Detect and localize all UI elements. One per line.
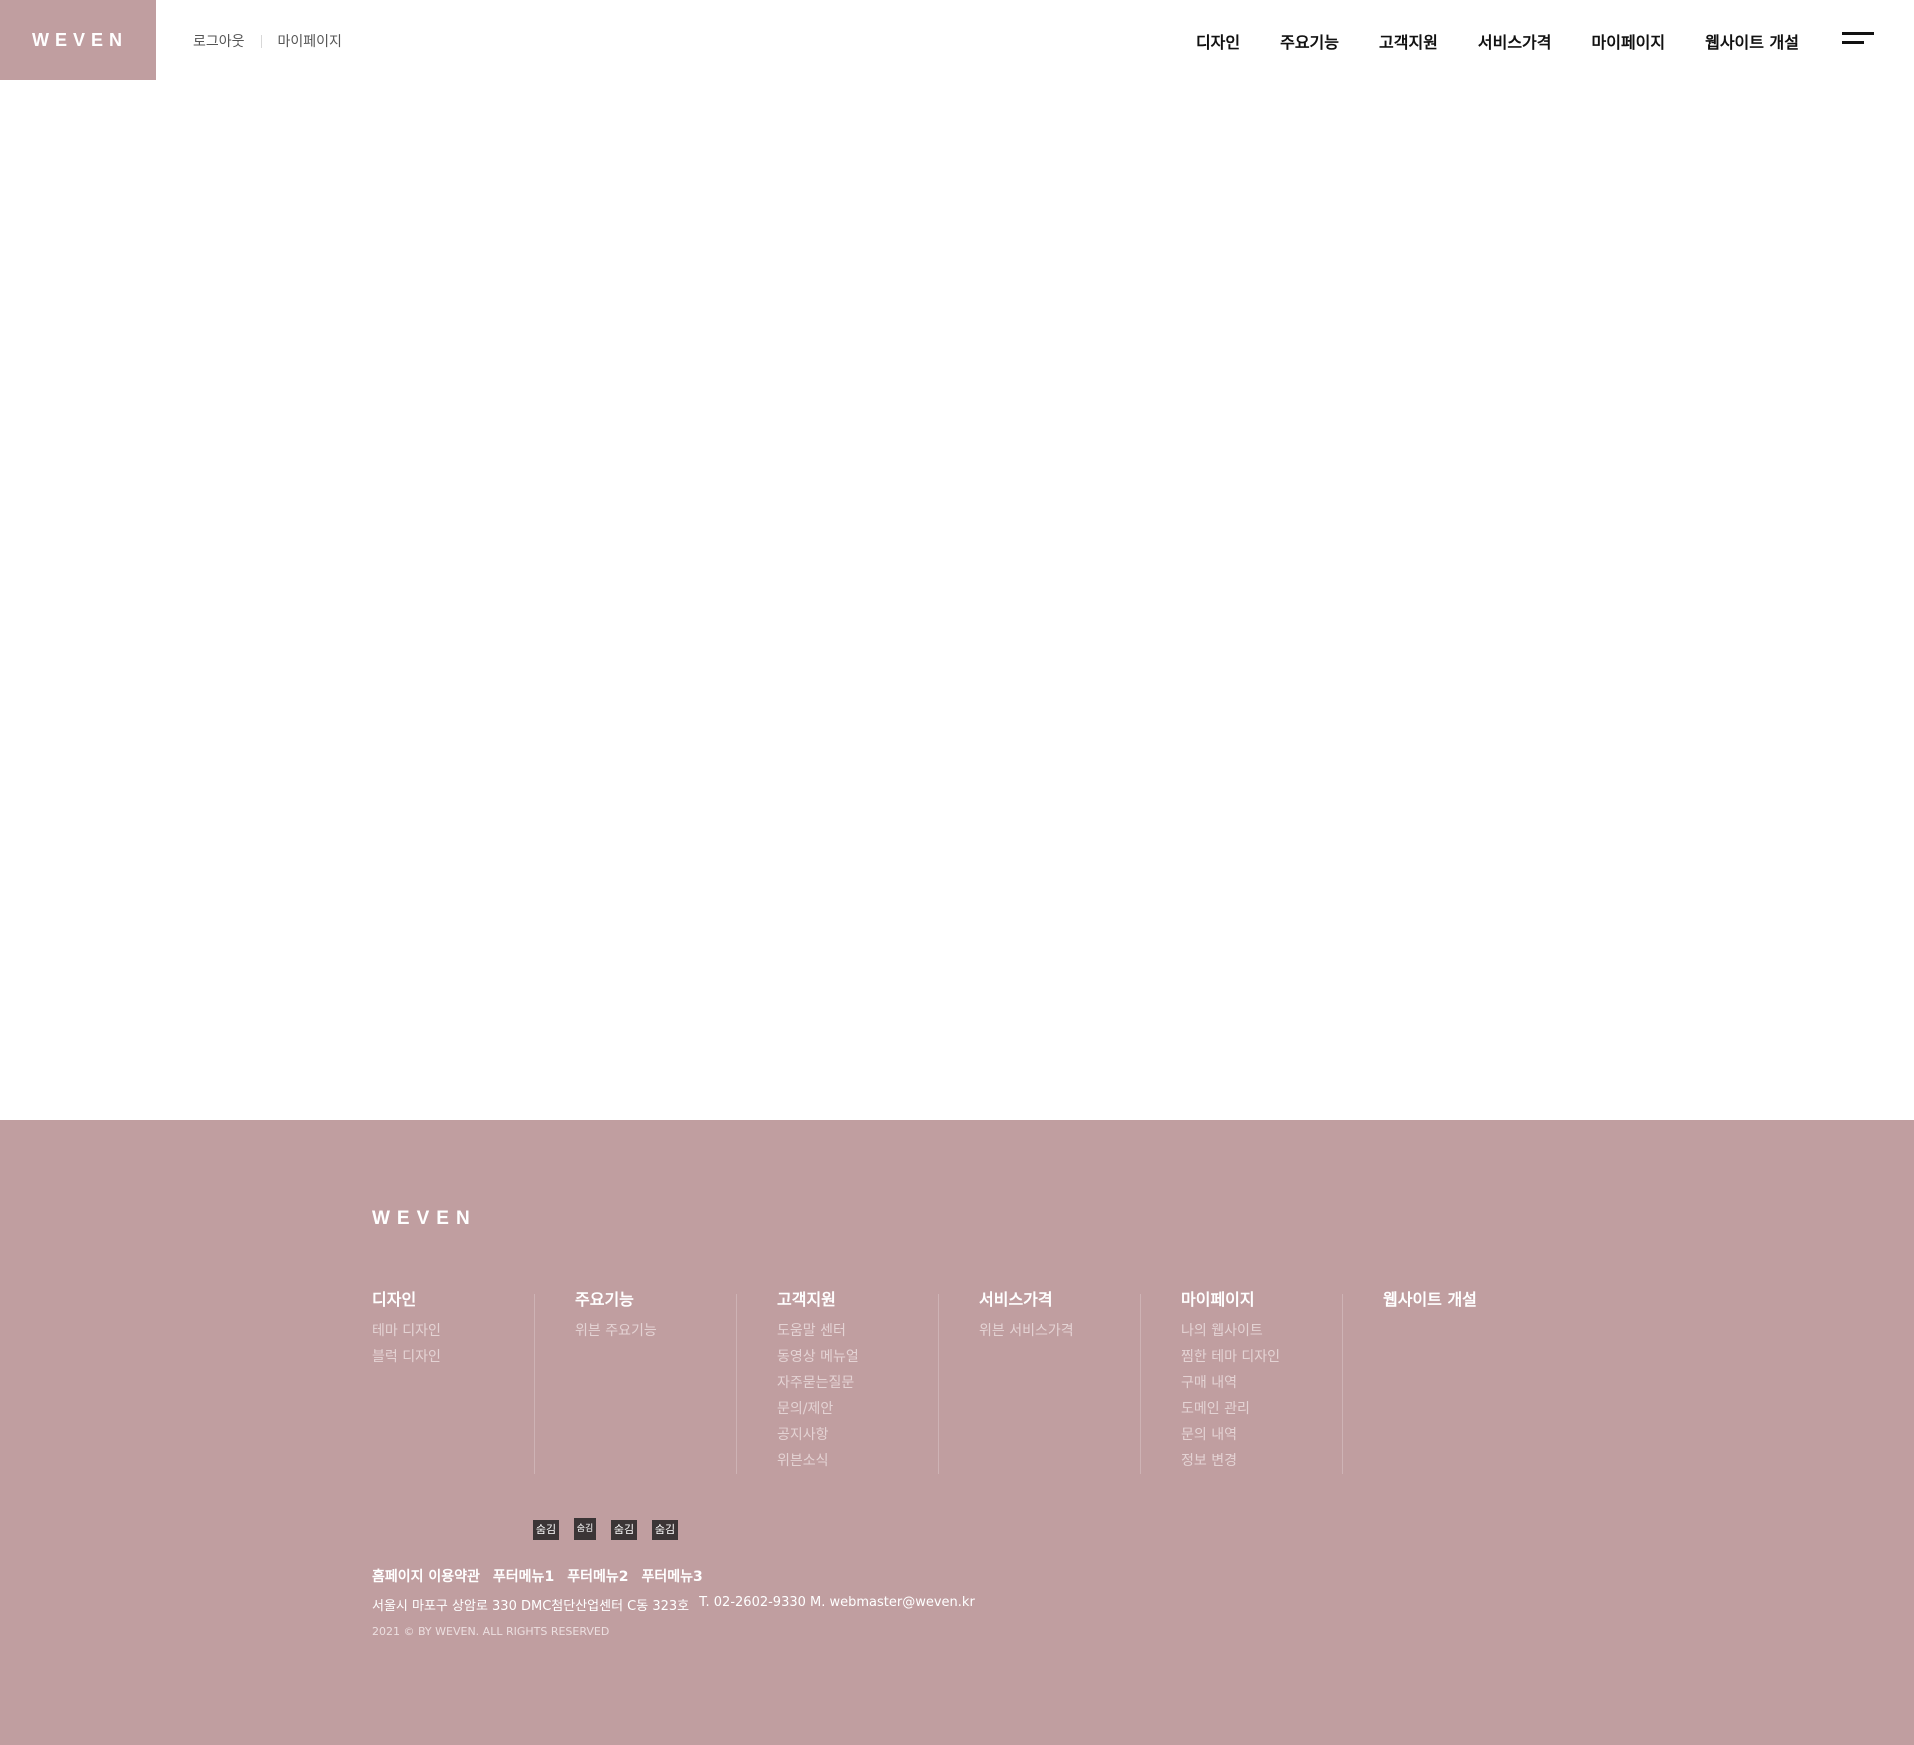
footer-policy-links: 홈페이지 이용약관 푸터메뉴1 푸터메뉴2 푸터메뉴3 (372, 1566, 716, 1586)
footer-link[interactable]: 동영상 메뉴얼 (777, 1344, 938, 1370)
nav-item-mypage[interactable]: 마이페이지 (1592, 29, 1666, 53)
footer-link[interactable]: 도움말 센터 (777, 1318, 938, 1344)
footer-col-create-website: 웹사이트 개설 (1342, 1290, 1544, 1474)
footer-link[interactable]: 공지사항 (777, 1422, 938, 1448)
footer-link[interactable]: 문의 내역 (1181, 1422, 1342, 1448)
footer-col-title[interactable]: 주요기능 (575, 1286, 736, 1310)
footer-link[interactable]: 위븐 서비스가격 (979, 1318, 1140, 1344)
footer-sitemap: 디자인 테마 디자인 블럭 디자인 주요기능 위븐 주요기능 고객지원 도움말 … (372, 1290, 1544, 1474)
footer-col-support: 고객지원 도움말 센터 동영상 메뉴얼 자주묻는질문 문의/제안 공지사항 위븐… (736, 1290, 938, 1474)
nav-item-create-website[interactable]: 웹사이트 개설 (1705, 29, 1799, 53)
mypage-link[interactable]: 마이페이지 (278, 31, 342, 51)
nav-item-support[interactable]: 고객지원 (1379, 29, 1438, 53)
footer-col-title[interactable]: 마이페이지 (1181, 1286, 1342, 1310)
footer-link[interactable]: 문의/제안 (777, 1396, 938, 1422)
logo[interactable]: WEVEN (0, 0, 156, 80)
nav-item-design[interactable]: 디자인 (1196, 29, 1240, 53)
company-contact: T. 02-2602-9330 M. webmaster@weven.kr (699, 1595, 975, 1610)
utility-links: 로그아웃 마이페이지 (193, 31, 342, 51)
footer-link[interactable]: 위븐소식 (777, 1448, 938, 1474)
footer-col-title[interactable]: 디자인 (372, 1286, 534, 1310)
copyright: 2021 © BY WEVEN. ALL RIGHTS RESERVED (372, 1625, 610, 1638)
footer-link[interactable]: 도메인 관리 (1181, 1396, 1342, 1422)
footer-menu-1-link[interactable]: 푸터메뉴1 (493, 1566, 554, 1586)
company-info: 서울시 마포구 상암로 330 DMC첨단산업센터 C동 323호 T. 02-… (372, 1595, 975, 1614)
footer-menu-2-link[interactable]: 푸터메뉴2 (567, 1566, 628, 1586)
footer-col-mypage: 마이페이지 나의 웹사이트 찜한 테마 디자인 구매 내역 도메인 관리 문의 … (1140, 1290, 1342, 1474)
logo-text: WEVEN (31, 29, 128, 50)
footer-link[interactable]: 자주묻는질문 (777, 1370, 938, 1396)
nav-item-features[interactable]: 주요기능 (1280, 29, 1339, 53)
company-address: 서울시 마포구 상암로 330 DMC첨단산업센터 C동 323호 (372, 1599, 690, 1614)
social-icons: 숨김 숨김 숨김 숨김 (533, 1518, 693, 1540)
footer-link[interactable]: 위븐 주요기능 (575, 1318, 736, 1344)
footer-link[interactable]: 나의 웹사이트 (1181, 1318, 1342, 1344)
sns-hidden-icon[interactable]: 숨김 (533, 1520, 559, 1540)
footer-link[interactable]: 찜한 테마 디자인 (1181, 1344, 1342, 1370)
footer-col-features: 주요기능 위븐 주요기능 (534, 1290, 736, 1474)
sns-hidden-icon[interactable]: 숨김 (574, 1518, 596, 1540)
footer-col-design: 디자인 테마 디자인 블럭 디자인 (372, 1290, 534, 1474)
footer-link[interactable]: 정보 변경 (1181, 1448, 1342, 1474)
footer-link[interactable]: 테마 디자인 (372, 1318, 534, 1344)
site-footer: WEVEN 디자인 테마 디자인 블럭 디자인 주요기능 위븐 주요기능 고객지… (0, 1120, 1914, 1745)
footer-col-title[interactable]: 고객지원 (777, 1286, 938, 1310)
nav-item-pricing[interactable]: 서비스가격 (1478, 29, 1552, 53)
main-nav: 디자인 주요기능 고객지원 서비스가격 마이페이지 웹사이트 개설 (1196, 29, 1799, 53)
menu-bar-bottom (1842, 41, 1864, 44)
menu-bar-top (1842, 32, 1874, 35)
sns-hidden-icon[interactable]: 숨김 (611, 1520, 637, 1540)
terms-link[interactable]: 홈페이지 이용약관 (372, 1566, 480, 1586)
footer-link[interactable]: 블럭 디자인 (372, 1344, 534, 1370)
logout-link[interactable]: 로그아웃 (193, 31, 245, 51)
site-header: WEVEN 로그아웃 마이페이지 디자인 주요기능 고객지원 서비스가격 마이페… (0, 0, 1914, 80)
footer-link[interactable]: 구매 내역 (1181, 1370, 1342, 1396)
footer-menu-3-link[interactable]: 푸터메뉴3 (641, 1566, 702, 1586)
footer-col-title[interactable]: 웹사이트 개설 (1383, 1286, 1544, 1310)
footer-logo[interactable]: WEVEN (372, 1208, 477, 1230)
sns-hidden-icon[interactable]: 숨김 (652, 1520, 678, 1540)
footer-col-title[interactable]: 서비스가격 (979, 1286, 1140, 1310)
footer-col-pricing: 서비스가격 위븐 서비스가격 (938, 1290, 1140, 1474)
hamburger-menu-icon[interactable] (1842, 32, 1874, 46)
divider (260, 34, 262, 48)
